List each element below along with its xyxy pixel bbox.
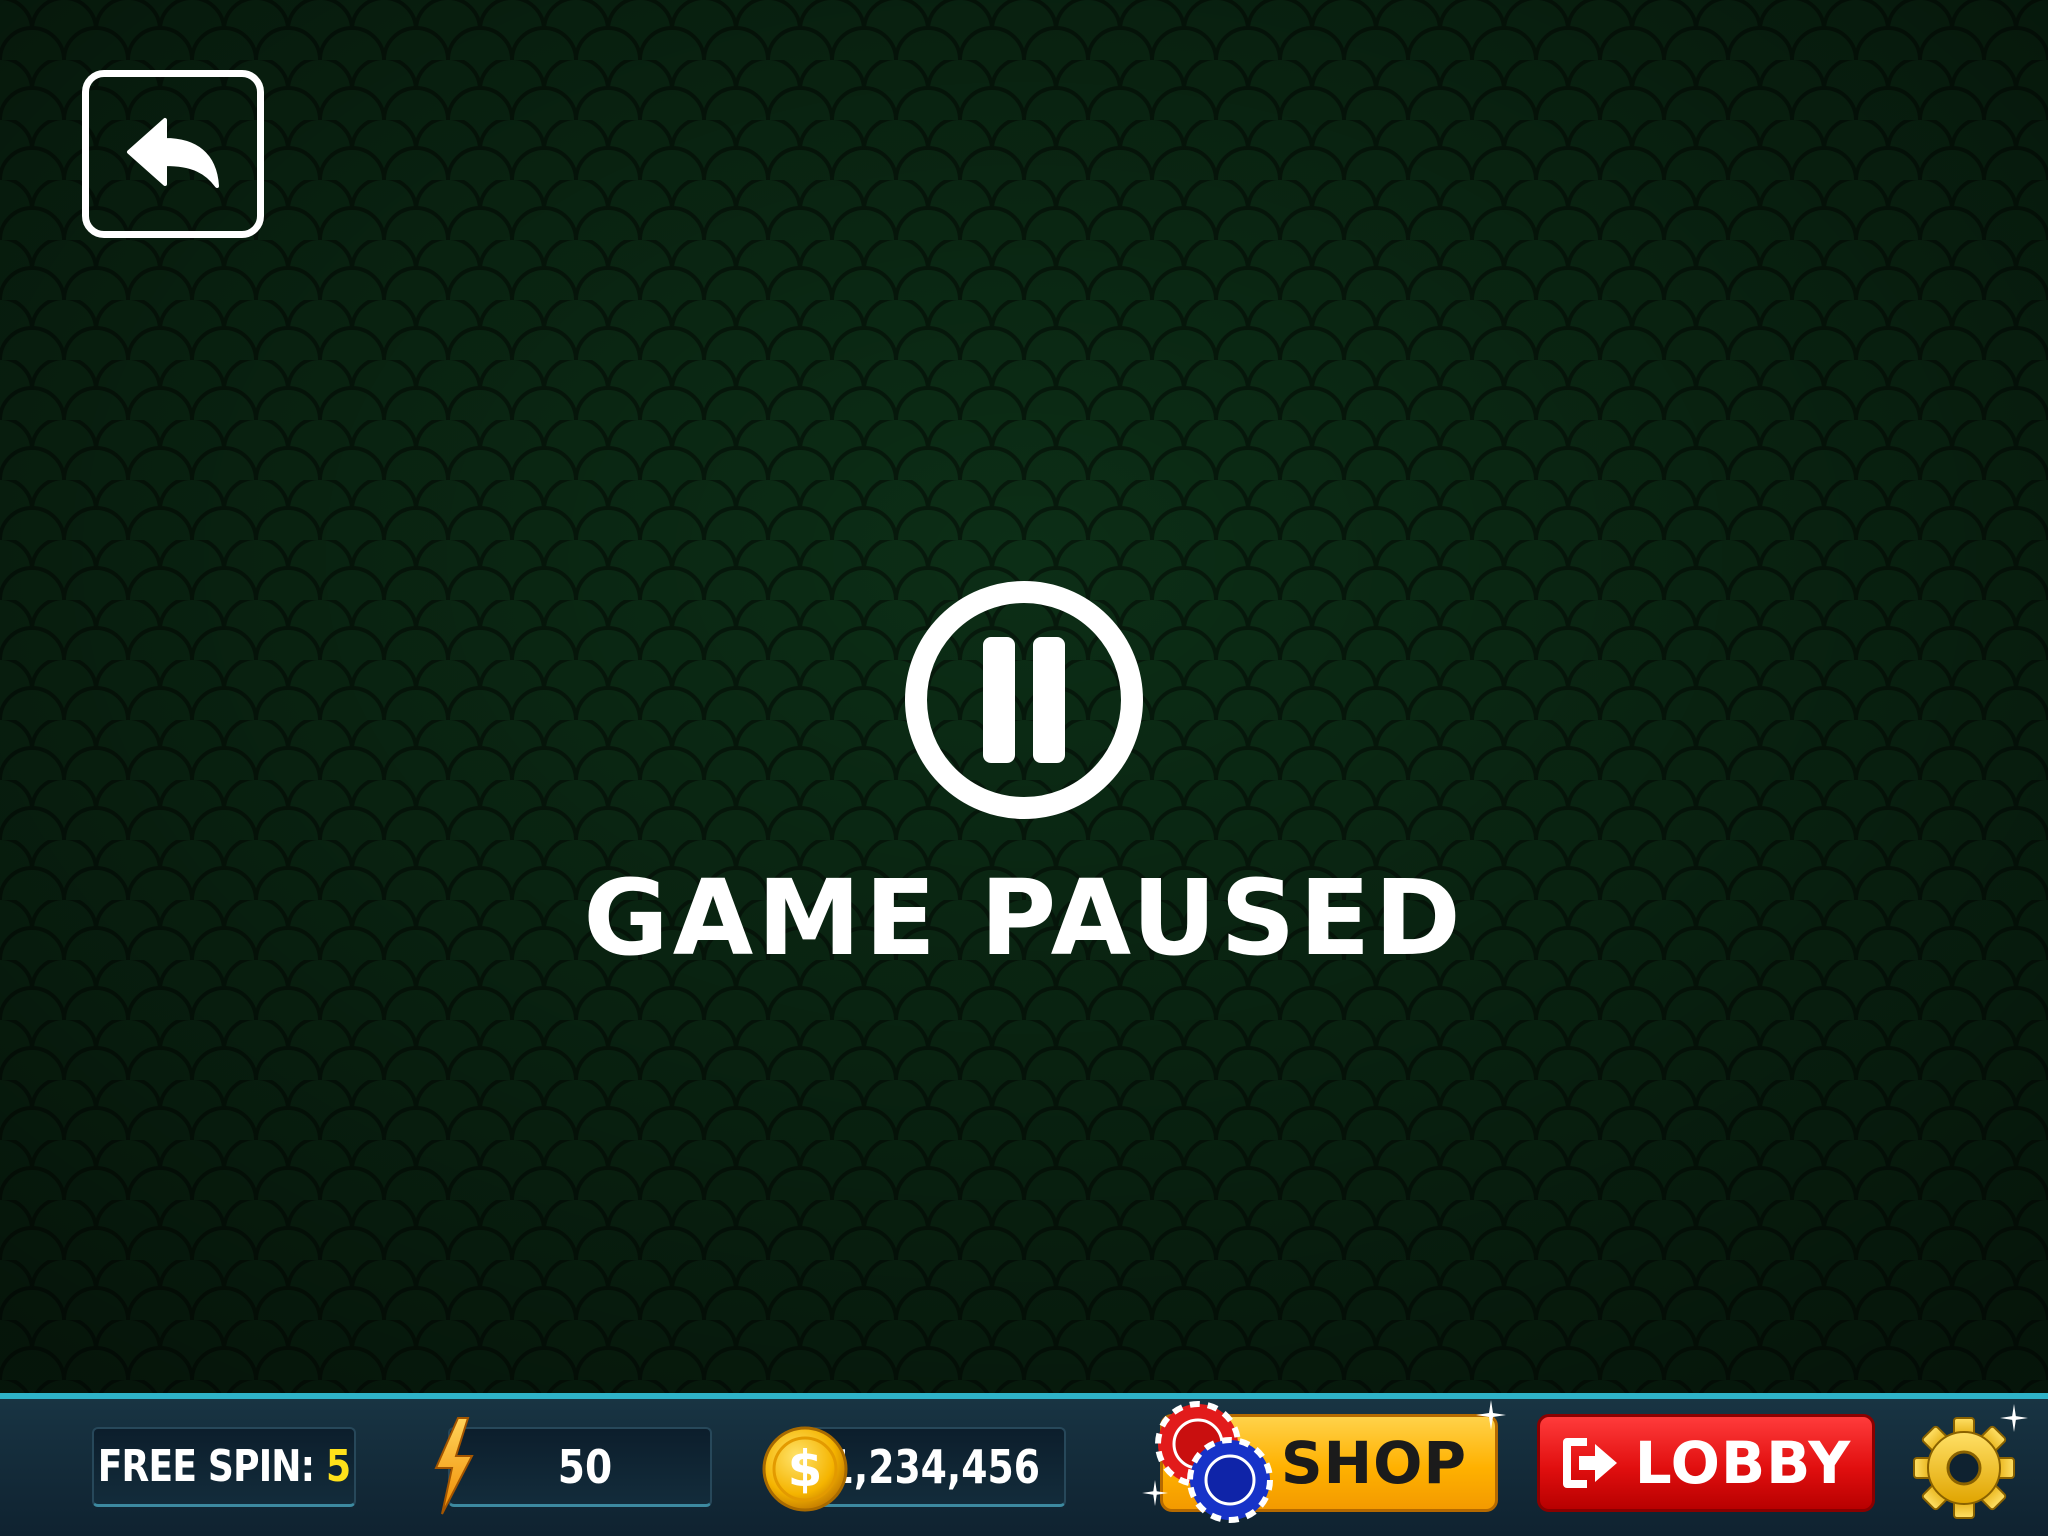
energy-value: 50 <box>557 1439 613 1494</box>
sparkle-icon <box>2000 1404 2028 1432</box>
dollar-coin-icon: $ <box>762 1426 848 1512</box>
game-paused-title: GAME PAUSED <box>583 857 1465 979</box>
coin-balance-value: 1,234,456 <box>827 1439 1040 1494</box>
exit-icon <box>1562 1438 1617 1488</box>
coin-balance: 1,234,456 <box>810 1427 1066 1507</box>
poker-chips-icon <box>1155 1401 1273 1523</box>
sparkle-icon <box>1142 1480 1168 1506</box>
svg-text:$: $ <box>788 1440 823 1498</box>
free-spin-count: 5 <box>326 1441 351 1492</box>
free-spin-counter: FREE SPIN: 5 <box>92 1427 356 1507</box>
lobby-button-label: LOBBY <box>1634 1429 1852 1497</box>
energy-counter: 50 <box>448 1427 712 1507</box>
pause-icon <box>903 579 1145 821</box>
back-button[interactable] <box>82 70 264 238</box>
lobby-button[interactable]: LOBBY <box>1537 1414 1875 1512</box>
sparkle-icon <box>1476 1400 1506 1430</box>
free-spin-label: FREE SPIN: <box>97 1441 315 1492</box>
shop-button-label: SHOP <box>1280 1429 1467 1497</box>
lightning-bolt-icon <box>434 1417 474 1515</box>
back-arrow-icon <box>127 118 219 188</box>
